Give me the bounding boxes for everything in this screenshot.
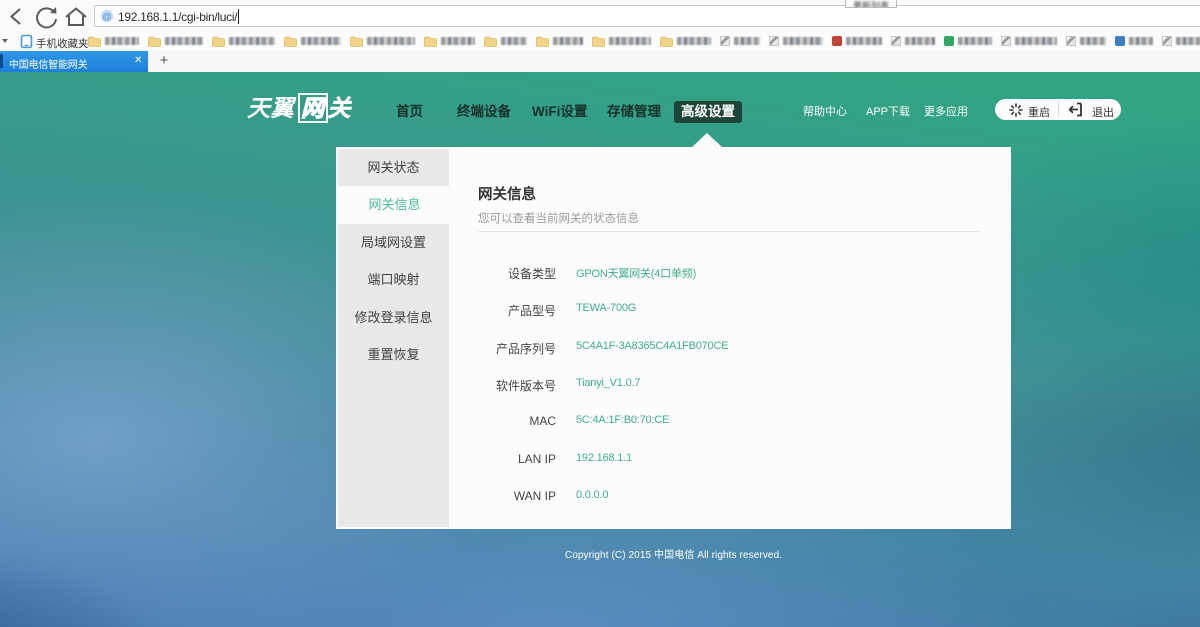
svg-text:@: @: [102, 12, 112, 23]
